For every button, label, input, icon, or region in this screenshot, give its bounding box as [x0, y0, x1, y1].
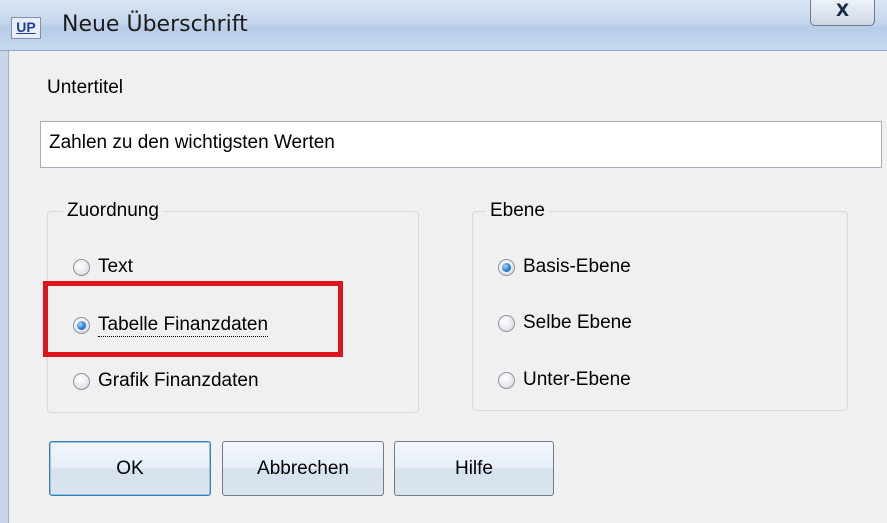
radio-grafik-label: Grafik Finanzdaten — [98, 370, 259, 391]
cancel-button[interactable]: Abbrechen — [222, 441, 384, 496]
radio-grafik-icon[interactable] — [73, 372, 90, 390]
window-title: Neue Überschrift — [62, 12, 248, 37]
radio-text-icon[interactable] — [73, 258, 90, 276]
help-button[interactable]: Hilfe — [394, 441, 554, 496]
ok-button[interactable]: OK — [49, 441, 211, 496]
window-frame-left — [0, 51, 9, 523]
radio-text-label: Text — [98, 256, 133, 277]
radio-unter-icon[interactable] — [498, 371, 515, 389]
zuordnung-caption: Zuordnung — [63, 200, 163, 222]
radio-basis-label: Basis-Ebene — [523, 256, 631, 277]
close-icon: X — [835, 1, 850, 21]
radio-selbe-label: Selbe Ebene — [523, 312, 632, 333]
title-bar[interactable]: UP Neue Überschrift X — [0, 0, 887, 51]
radio-selbe-ebene[interactable]: Selbe Ebene — [498, 312, 632, 334]
radio-grafik-finanzdaten[interactable]: Grafik Finanzdaten — [73, 370, 259, 392]
radio-unter-label: Unter-Ebene — [523, 369, 631, 390]
radio-unter-ebene[interactable]: Unter-Ebene — [498, 369, 631, 391]
radio-basis-icon[interactable] — [498, 258, 515, 276]
radio-basis-ebene[interactable]: Basis-Ebene — [498, 256, 631, 278]
radio-selbe-icon[interactable] — [498, 314, 515, 332]
ebene-caption: Ebene — [486, 200, 549, 222]
close-button[interactable]: X — [810, 0, 875, 26]
subtitle-input[interactable]: Zahlen zu den wichtigsten Werten — [40, 121, 882, 168]
highlight-box — [43, 281, 343, 357]
radio-text[interactable]: Text — [73, 256, 133, 278]
app-icon: UP — [11, 17, 41, 39]
subtitle-label: Untertitel — [47, 77, 124, 98]
